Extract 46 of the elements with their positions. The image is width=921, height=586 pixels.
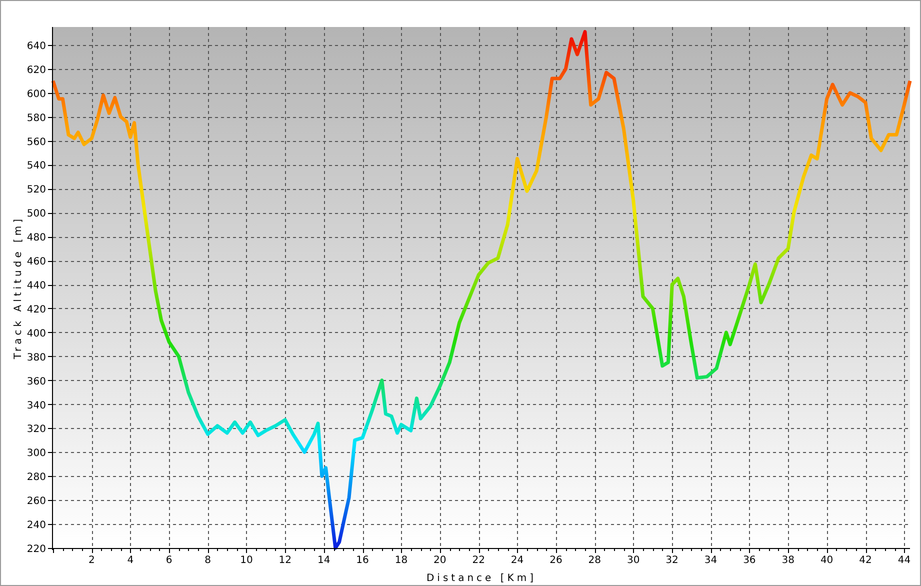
y-tick-label: 420 <box>26 304 46 316</box>
x-tick-label: 22 <box>472 555 485 566</box>
x-tick-label: 24 <box>510 555 524 566</box>
y-tick-label: 340 <box>26 400 46 412</box>
x-tick-label: 42 <box>859 555 872 566</box>
x-tick-label: 14 <box>317 555 330 566</box>
y-tick-label: 300 <box>26 448 46 460</box>
x-tick-label: 16 <box>356 555 369 566</box>
y-tick-label: 400 <box>26 328 46 340</box>
y-tick-label: 460 <box>26 256 46 268</box>
y-tick-label: 640 <box>26 40 46 52</box>
x-tick-label: 12 <box>278 555 292 566</box>
x-tick-label: 28 <box>588 555 602 566</box>
x-tick-label: 30 <box>627 555 640 566</box>
x-axis-title: Distance [Km] <box>426 573 536 584</box>
x-tick-label: 10 <box>240 555 253 566</box>
y-tick-label: 500 <box>26 208 46 220</box>
x-tick-label: 40 <box>820 555 834 566</box>
x-tick-label: 20 <box>434 555 446 566</box>
y-tick-label: 520 <box>26 184 46 196</box>
y-tick-label: 540 <box>26 160 46 172</box>
y-tick-label: 440 <box>26 280 46 292</box>
y-tick-label: 580 <box>26 112 46 124</box>
y-tick-label: 600 <box>26 88 46 100</box>
y-tick-label: 560 <box>26 136 46 148</box>
x-tick-label: 18 <box>394 555 408 566</box>
y-tick-label: 360 <box>26 376 46 388</box>
x-tick-label: 32 <box>666 555 678 566</box>
y-tick-label: 620 <box>26 64 46 76</box>
x-tick-label: 36 <box>743 555 756 566</box>
y-tick-label: 260 <box>26 496 46 508</box>
y-tick-label: 240 <box>26 520 46 532</box>
y-tick-label: 380 <box>26 352 46 364</box>
x-tick-label: 38 <box>782 555 794 566</box>
x-tick-label: 8 <box>204 555 211 566</box>
x-tick-label: 2 <box>88 555 95 566</box>
x-tick-label: 44 <box>898 555 911 566</box>
x-tick-label: 34 <box>704 555 718 566</box>
x-tick-label: 4 <box>127 555 134 566</box>
y-tick-label: 220 <box>26 544 46 555</box>
y-tick-label: 320 <box>26 424 46 436</box>
x-tick-label: 26 <box>550 555 562 566</box>
x-tick-label: 6 <box>166 555 172 566</box>
y-axis-title: Track Altitude [m] <box>13 216 24 360</box>
y-tick-label: 480 <box>26 232 46 244</box>
y-tick-label: 280 <box>26 472 46 484</box>
